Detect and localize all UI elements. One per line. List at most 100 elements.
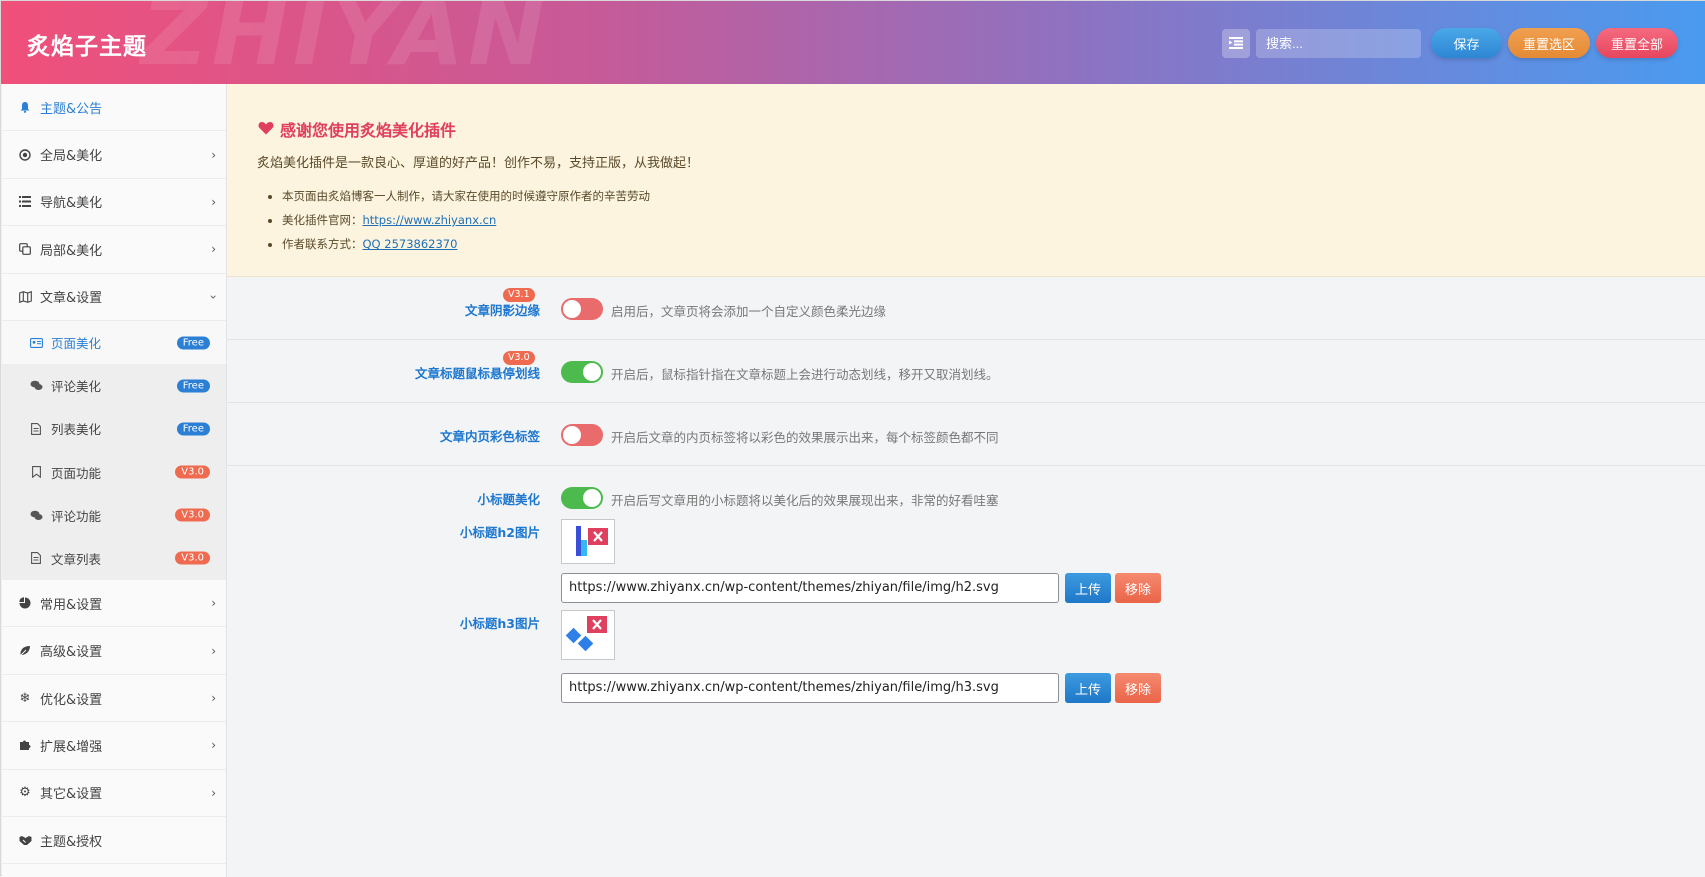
free-badge: Free (176, 379, 210, 393)
setting-label: 文章阴影边缘 (464, 303, 540, 318)
sidebar-item-advanced[interactable]: 高级&设置 › (2, 627, 226, 675)
notice-line-author: 本页面由炙焰博客一人制作，请大家在使用的时候遵守原作者的辛苦劳动 (282, 184, 650, 208)
sidebar: 主题&公告 全局&美化 › 导航&美化 › 局部&美化 › 文章&设置 › 页面… (2, 84, 227, 877)
sidebar-subitem-page-function[interactable]: 页面功能 V3.0 (2, 451, 226, 494)
copy-icon (18, 242, 32, 256)
header: ZHIYAN 炙焰子主题 保存 重置选区 重置全部 (1, 1, 1705, 84)
save-button[interactable]: 保存 (1431, 28, 1502, 58)
notice-panel: 感谢您使用炙焰美化插件 炙焰美化插件是一款良心、厚道的好产品！创作不易，支持正版… (227, 84, 1705, 277)
shadow-edge-toggle[interactable] (561, 298, 603, 320)
sidebar-subitem-label: 列表美化 (51, 422, 102, 438)
app-frame: ZHIYAN 炙焰子主题 保存 重置选区 重置全部 主题&公告 全局&美化 › (0, 0, 1705, 877)
comments-icon (29, 508, 43, 522)
sidebar-item-other[interactable]: ⚙ 其它&设置 › (2, 770, 226, 818)
sidebar-item-global[interactable]: 全局&美化 › (2, 131, 226, 179)
website-link[interactable]: https://www.zhiyanx.cn (363, 213, 497, 227)
version-badge: V3.0 (175, 465, 210, 479)
sidebar-item-label: 常用&设置 (40, 597, 103, 613)
main-content: 感谢您使用炙焰美化插件 炙焰美化插件是一款良心、厚道的好产品！创作不易，支持正版… (227, 84, 1705, 877)
header-toolbar: 保存 重置选区 重置全部 (1222, 28, 1678, 58)
sidebar-item-theme-notice[interactable]: 主题&公告 (2, 84, 226, 132)
sidebar-item-label: 导航&美化 (40, 196, 103, 212)
h2-image-preview[interactable] (561, 519, 615, 564)
h3-image-thumbnail (565, 616, 607, 652)
list-icon (18, 195, 32, 209)
sidebar-subitem-label: 文章列表 (51, 551, 102, 567)
sidebar-item-label: 主题&授权 (40, 834, 103, 850)
id-card-icon (29, 336, 43, 350)
chevron-right-icon: › (211, 643, 216, 658)
chevron-right-icon: › (211, 147, 216, 162)
sidebar-item-optimize[interactable]: ❄ 优化&设置 › (2, 675, 226, 723)
setting-row-shadow-edge: 文章阴影边缘 V3.1 启用后，文章页将会添加一个自定义颜色柔光边缘 (227, 277, 1705, 340)
chevron-right-icon: › (211, 691, 216, 706)
setting-row-subtitle-beautify: 小标题美化 开启后写文章用的小标题将以美化后的效果展现出来，非常的好看哇塞 小标… (227, 466, 1705, 766)
setting-description: 开启后写文章用的小标题将以美化后的效果展现出来，非常的好看哇塞 (611, 493, 999, 508)
sidebar-subitem-list-beautify[interactable]: 列表美化 Free (2, 407, 226, 450)
color-tags-toggle[interactable] (561, 424, 603, 446)
expand-menu-button[interactable] (1222, 28, 1250, 58)
sidebar-item-article[interactable]: 文章&设置 › (2, 274, 226, 321)
leaf-icon (18, 644, 32, 658)
sidebar-item-local[interactable]: 局部&美化 › (2, 226, 226, 274)
h3-upload-button[interactable]: 上传 (1065, 673, 1111, 703)
sidebar-subitem-comment-beautify[interactable]: 评论美化 Free (2, 364, 226, 407)
setting-row-color-tags: 文章内页彩色标签 开启后文章的内页标签将以彩色的效果展示出来，每个标签颜色都不同 (227, 403, 1705, 466)
sidebar-item-label: 局部&美化 (40, 243, 103, 259)
free-badge: Free (176, 422, 210, 436)
heart-icon (258, 120, 274, 139)
h3-image-url-input[interactable]: https://www.zhiyanx.cn/wp-content/themes… (561, 673, 1059, 703)
handshake-icon (18, 833, 32, 847)
map-icon (18, 290, 32, 304)
sidebar-item-extend[interactable]: 扩展&增强 › (2, 722, 226, 770)
notice-list: 本页面由炙焰博客一人制作，请大家在使用的时候遵守原作者的辛苦劳动 美化插件官网：… (282, 184, 650, 256)
notice-title: 感谢您使用炙焰美化插件 (258, 117, 456, 141)
indent-icon (1229, 37, 1243, 49)
chevron-right-icon: › (211, 242, 216, 257)
sidebar-subitem-label: 评论功能 (51, 508, 102, 524)
file-icon (29, 551, 43, 565)
subtitle-beautify-toggle[interactable] (561, 487, 603, 509)
chevron-right-icon: › (211, 596, 216, 611)
sidebar-item-license[interactable]: 主题&授权 (2, 817, 226, 865)
h3-image-label: 小标题h3图片 (459, 616, 540, 631)
sidebar-item-label: 文章&设置 (40, 291, 103, 307)
puzzle-icon (18, 738, 32, 752)
search-input[interactable] (1256, 28, 1421, 58)
sidebar-subitem-article-list[interactable]: 文章列表 V3.0 (2, 537, 226, 580)
sidebar-item-label: 主题&公告 (40, 101, 103, 117)
h3-image-preview[interactable] (561, 610, 615, 660)
file-icon (29, 422, 43, 436)
setting-description: 开启后文章的内页标签将以彩色的效果展示出来，每个标签颜色都不同 (611, 430, 999, 445)
setting-label: 小标题美化 (477, 492, 540, 507)
sidebar-item-label: 扩展&增强 (40, 739, 103, 755)
sidebar-item-label: 高级&设置 (40, 645, 103, 661)
free-badge: Free (176, 336, 210, 350)
version-badge: V3.1 (503, 288, 535, 302)
h2-remove-button[interactable]: 移除 (1115, 573, 1161, 603)
version-badge: V3.0 (503, 351, 535, 365)
sidebar-subitem-page-beautify[interactable]: 页面美化 Free (2, 320, 226, 365)
snowflake-icon: ❄ (19, 690, 31, 706)
sidebar-subitem-comment-function[interactable]: 评论功能 V3.0 (2, 494, 226, 537)
h3-remove-button[interactable]: 移除 (1115, 673, 1161, 703)
setting-row-title-hover-line: 文章标题鼠标悬停划线 V3.0 开启后，鼠标指针指在文章标题上会进行动态划线，移… (227, 340, 1705, 403)
h2-image-url-input[interactable]: https://www.zhiyanx.cn/wp-content/themes… (561, 573, 1059, 603)
version-badge: V3.0 (175, 551, 210, 565)
sidebar-item-label: 全局&美化 (40, 149, 103, 165)
sidebar-item-label: 优化&设置 (40, 692, 103, 708)
sidebar-item-common[interactable]: 常用&设置 › (2, 580, 226, 628)
reset-all-button[interactable]: 重置全部 (1596, 28, 1678, 58)
bookmark-icon (29, 465, 43, 479)
h2-image-label: 小标题h2图片 (459, 525, 540, 540)
qq-contact-link[interactable]: QQ 2573862370 (363, 237, 458, 251)
h2-upload-button[interactable]: 上传 (1065, 573, 1111, 603)
reset-section-button[interactable]: 重置选区 (1508, 28, 1590, 58)
pie-icon (18, 596, 32, 610)
title-hover-line-toggle[interactable] (561, 361, 603, 383)
sidebar-item-nav[interactable]: 导航&美化 › (2, 179, 226, 227)
h2-image-thumbnail (576, 526, 608, 556)
toggle-knob (563, 300, 581, 318)
chevron-right-icon: › (211, 785, 216, 800)
comments-icon (29, 379, 43, 393)
